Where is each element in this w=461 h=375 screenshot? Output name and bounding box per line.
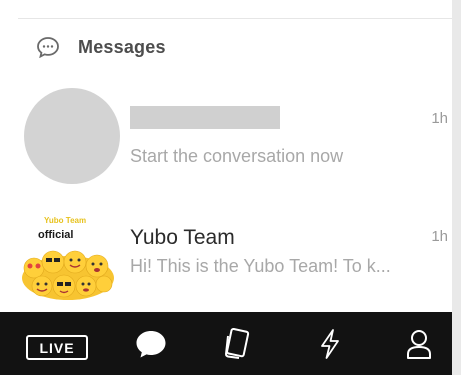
- conversation-time: 1h: [431, 228, 448, 245]
- contact-name-redacted: [130, 106, 280, 129]
- lightning-icon[interactable]: [318, 328, 342, 360]
- emoji-cluster-icon: [22, 250, 114, 300]
- conversation-preview: Hi! This is the Yubo Team! To k...: [130, 256, 391, 276]
- screen-edge: [452, 0, 461, 375]
- page-title: Messages: [78, 36, 166, 57]
- yubo-team-avatar[interactable]: Yubo Team official: [18, 206, 116, 300]
- avatar[interactable]: [24, 88, 120, 184]
- conversation-preview: Start the conversation now: [130, 146, 344, 166]
- messages-icon[interactable]: [134, 328, 168, 360]
- chat-bubble-icon: [36, 36, 60, 59]
- conversation-time: 1h: [431, 110, 448, 127]
- messages-screen: Messages 1h Start the conversation now Y…: [0, 0, 461, 375]
- conversation-row[interactable]: 1h Start the conversation now: [0, 86, 452, 186]
- profile-icon[interactable]: [405, 328, 433, 360]
- contact-name: Yubo Team: [130, 226, 235, 249]
- avatar-official-label: official: [38, 229, 74, 241]
- avatar-brand-text: Yubo Team: [44, 216, 87, 225]
- cards-icon[interactable]: [222, 327, 252, 361]
- messages-header: Messages: [36, 34, 166, 60]
- bottom-nav-bar: LIVE: [0, 312, 452, 375]
- live-label: LIVE: [39, 339, 75, 356]
- live-tab[interactable]: LIVE: [26, 335, 88, 360]
- conversation-row[interactable]: Yubo Team official Yubo Team 1h Hi! This…: [0, 200, 452, 300]
- top-divider: [18, 18, 452, 19]
